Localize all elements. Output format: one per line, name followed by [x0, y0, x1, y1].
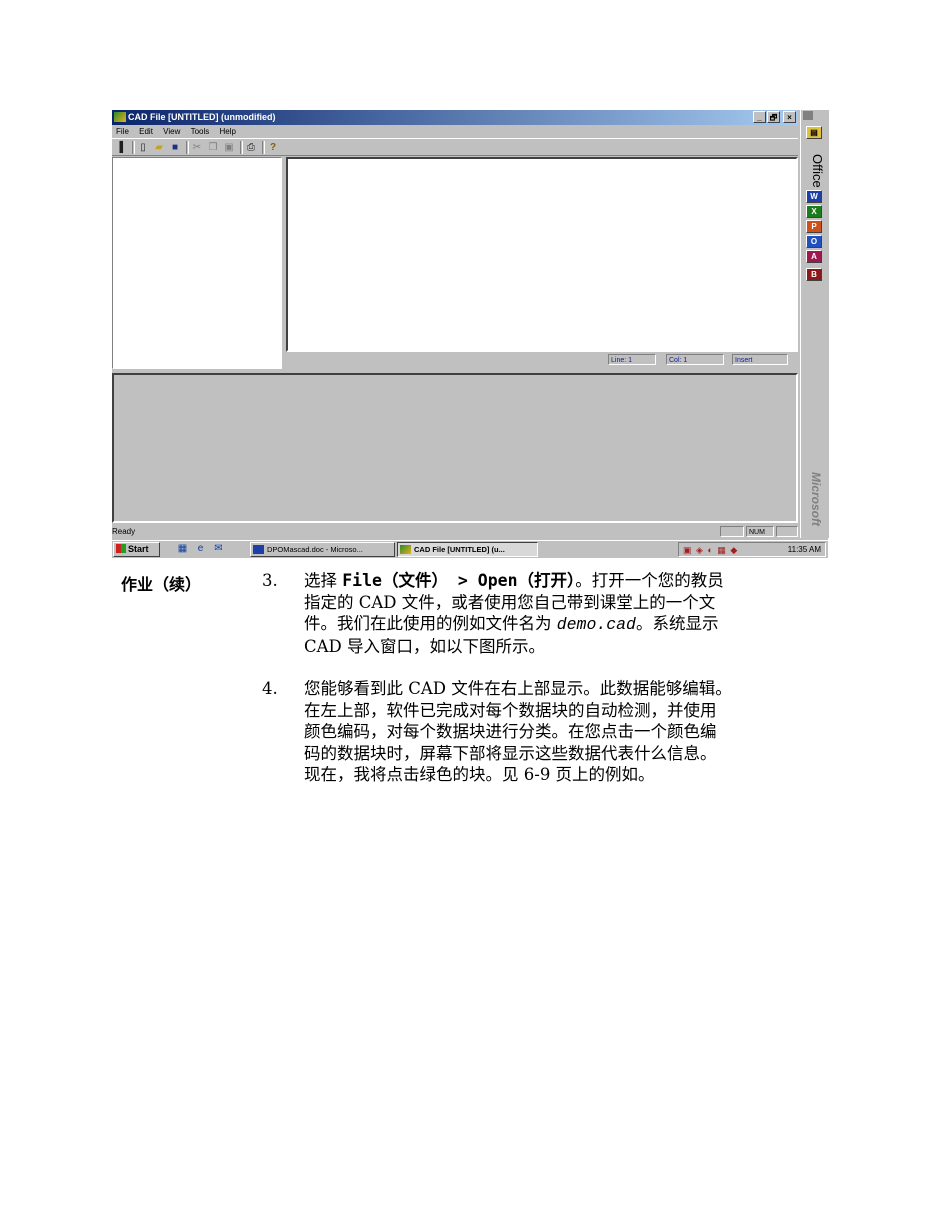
col-indicator: Col: 1 — [666, 354, 724, 365]
tray-clock: 11:35 AM — [787, 545, 821, 554]
access-icon[interactable]: A — [806, 250, 822, 263]
menu-help[interactable]: Help — [220, 127, 236, 136]
step-line: 件。我们在此使用的例如文件名为 demo.cad。系统显示 — [304, 613, 856, 636]
print-icon[interactable]: ⎙ — [244, 141, 258, 154]
cad-app-screenshot: CAD File [UNTITLED] (unmodified) _ 🗗 × F… — [112, 110, 829, 558]
toolbar-separator — [262, 141, 265, 154]
line-indicator: Line: 1 — [608, 354, 656, 365]
num-lock-indicator: NUM — [746, 526, 774, 537]
step-number: 4. — [262, 679, 278, 698]
restore-button[interactable]: 🗗 — [767, 111, 780, 123]
step-body: 选择 File（文件） > Open（打开）。打开一个您的教员 指定的 CAD … — [304, 570, 856, 657]
menu-bar: File Edit View Tools Help — [112, 125, 798, 138]
word-icon[interactable]: W — [806, 190, 822, 203]
menu-file[interactable]: File — [116, 127, 129, 136]
menu-view[interactable]: View — [163, 127, 180, 136]
windows-flag-icon — [116, 544, 126, 553]
window-titlebar[interactable]: CAD File [UNTITLED] (unmodified) _ 🗗 × — [112, 110, 798, 125]
taskbar-item-cad-file[interactable]: CAD File [UNTITLED] (u... — [397, 542, 538, 557]
powerpoint-icon[interactable]: P — [806, 220, 822, 233]
step-line: 指定的 CAD 文件，或者使用您自己带到课堂上的一个文 — [304, 592, 856, 614]
section-side-label: 作业（续） — [121, 577, 202, 594]
menu-path-run: File（文件） > Open（打开） — [342, 571, 576, 590]
toolbar: ▌ ▯ ▰ ■ ✂ ❐ ▣ ⎙ ? — [112, 138, 798, 156]
status-bar: Ready NUM — [112, 526, 798, 538]
step-line: 您能够看到此 CAD 文件在右上部显示。此数据能够编辑。 — [304, 679, 732, 698]
microsoft-brand: Microsoft — [809, 472, 823, 526]
window-controls: _ 🗗 × — [753, 111, 796, 123]
toolbar-handle-icon[interactable]: ▌ — [116, 141, 130, 154]
editor-status-bar: Line: 1 Col: 1 Insert — [286, 352, 798, 369]
block-tree-pane[interactable] — [112, 157, 282, 369]
text-run: 选择 — [304, 571, 343, 590]
step-line: 颜色编码，对每个数据块进行分类。在您点击一个颜色编 — [304, 722, 717, 742]
office-folder-icon[interactable]: ▤ — [806, 126, 822, 139]
cad-editor-pane[interactable] — [286, 157, 798, 352]
toolbar-separator — [240, 141, 243, 154]
status-field-empty — [776, 526, 798, 537]
text-run: CAD 导入窗口，如以下图所示。 — [304, 636, 546, 656]
close-button[interactable]: × — [783, 111, 796, 123]
taskbar-item-label: DPOMascad.doc - Microso... — [267, 545, 363, 554]
step-line: 在左上部，软件已完成对每个数据块的自动检测，并使用 — [304, 700, 717, 720]
text-run: 件。我们在此使用的例如文件名为 — [304, 614, 557, 634]
text-run: 指定的 CAD 文件，或者使用您自己带到课堂上的一个文 — [304, 592, 716, 612]
cad-app-icon — [400, 545, 411, 554]
save-icon[interactable]: ■ — [168, 141, 182, 154]
cad-app-icon — [114, 112, 126, 122]
start-label: Start — [128, 544, 149, 554]
step-body: 您能够看到此 CAD 文件在右上部显示。此数据能够编辑。 在左上部，软件已完成对… — [304, 678, 856, 786]
toolbar-separator — [186, 141, 189, 154]
minimize-button[interactable]: _ — [753, 111, 766, 123]
excel-icon[interactable]: X — [806, 205, 822, 218]
insert-mode-indicator: Insert — [732, 354, 788, 365]
paste-icon[interactable]: ▣ — [222, 141, 236, 154]
step-line: 选择 File（文件） > Open（打开）。打开一个您的教员 — [304, 570, 856, 592]
outlook-icon[interactable]: O — [806, 235, 822, 248]
step-line: CAD 导入窗口，如以下图所示。 — [304, 636, 856, 658]
menu-tools[interactable]: Tools — [191, 127, 210, 136]
system-tray: ▣ ◈ ◐ ▦ ◆ 11:35 AM — [678, 542, 826, 557]
open-folder-icon[interactable]: ▰ — [152, 141, 166, 154]
step-number: 3. — [262, 571, 278, 590]
office-shortcut-bar: ▤ Office W X P O A B Microsoft — [800, 110, 829, 538]
cut-icon[interactable]: ✂ — [190, 141, 204, 154]
text-run: 。系统显示 — [635, 614, 719, 634]
internet-explorer-icon[interactable]: e — [194, 543, 207, 555]
status-field-empty — [720, 526, 744, 537]
window-title: CAD File [UNTITLED] (unmodified) — [128, 112, 276, 122]
office-bar-label: Office — [810, 154, 825, 188]
new-file-icon[interactable]: ▯ — [136, 141, 150, 154]
filename-run: demo.cad — [556, 615, 636, 635]
show-desktop-icon[interactable]: ▦ — [176, 543, 189, 555]
status-ready: Ready — [112, 527, 136, 536]
step-line: 码的数据块时，屏幕下部将显示这些数据代表什么信息。 — [304, 743, 717, 763]
start-button[interactable]: Start — [113, 542, 160, 557]
copy-icon[interactable]: ❐ — [206, 141, 220, 154]
taskbar-item-word-doc[interactable]: DPOMascad.doc - Microso... — [250, 542, 395, 557]
tray-icons[interactable]: ▣ ◈ ◐ ▦ ◆ — [683, 544, 738, 557]
binder-icon[interactable]: B — [806, 268, 822, 281]
menu-edit[interactable]: Edit — [139, 127, 153, 136]
taskbar: Start ▦ e ✉ DPOMascad.doc - Microso... C… — [112, 540, 828, 558]
step-line: 现在，我将点击绿色的块。见 6-9 页上的例如。 — [304, 765, 655, 785]
outlook-express-icon[interactable]: ✉ — [212, 543, 225, 555]
text-run: 。打开一个您的教员 — [575, 571, 724, 590]
help-icon[interactable]: ? — [266, 141, 280, 154]
toolbar-separator — [132, 141, 135, 154]
taskbar-item-label: CAD File [UNTITLED] (u... — [414, 545, 505, 554]
office-bar-menu-icon[interactable] — [803, 111, 813, 120]
data-info-pane[interactable] — [112, 373, 798, 523]
word-doc-icon — [253, 545, 264, 554]
